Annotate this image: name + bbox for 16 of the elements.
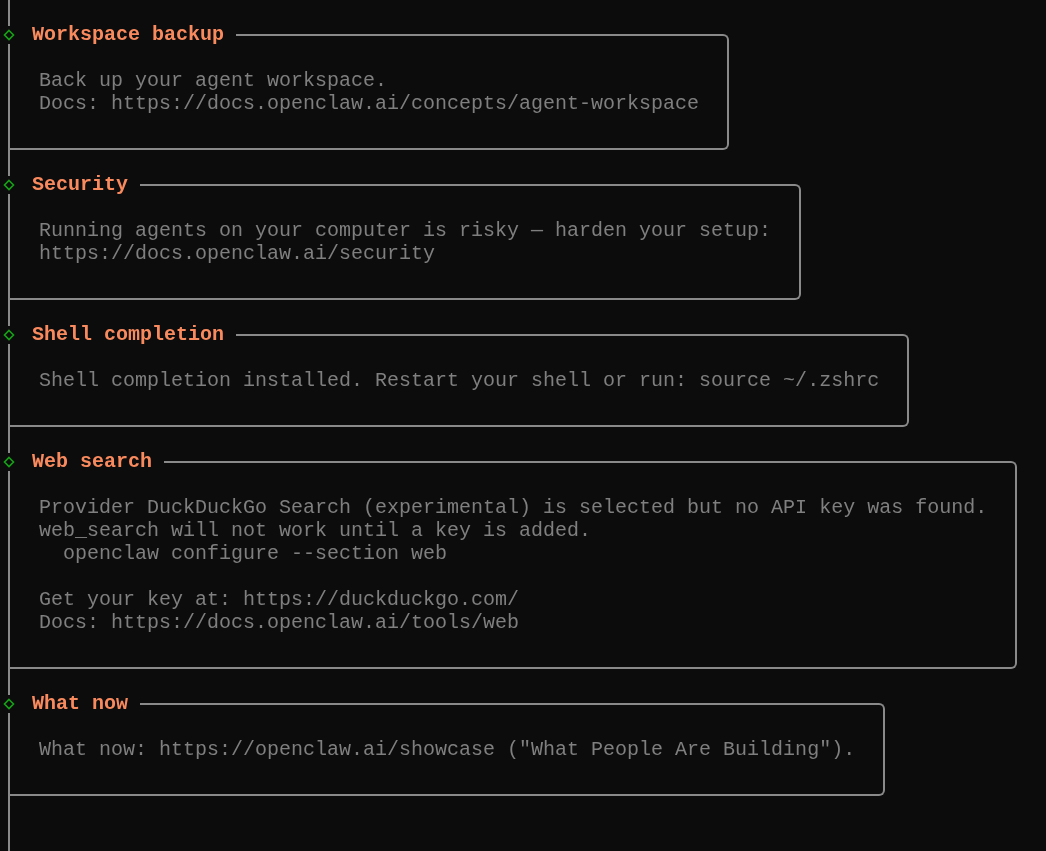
section-title: Shell completion <box>32 323 225 346</box>
message-text: Running agents on your computer is risky — harden your setup: <box>39 219 772 242</box>
message-text: Shell completion installed. Restart your shell or run: source ~/.zshrc <box>39 369 880 392</box>
section-title: What now <box>32 692 128 715</box>
section-title: Security <box>32 173 128 196</box>
message-text: Back up your agent workspace. <box>39 69 388 92</box>
section-title: Workspace backup <box>32 23 225 46</box>
message-text: What now: https://openclaw.ai/showcase ("What People Are Building"). <box>39 738 856 761</box>
command-text: openclaw configure --section web <box>63 542 448 565</box>
message-text: Docs: https://docs.openclaw.ai/tools/web <box>39 611 520 634</box>
message-text: web_search will not work until a key is added. <box>39 519 592 542</box>
message-text: https://docs.openclaw.ai/security <box>39 242 436 265</box>
message-text: Provider DuckDuckGo Search (experimental) is selected but no API key was found. <box>39 496 988 519</box>
section-title: Web search <box>32 450 153 473</box>
message-text: Get your key at: https://duckduckgo.com/ <box>39 588 520 611</box>
message-text: Docs: https://docs.openclaw.ai/concepts/agent-workspace <box>39 92 700 115</box>
